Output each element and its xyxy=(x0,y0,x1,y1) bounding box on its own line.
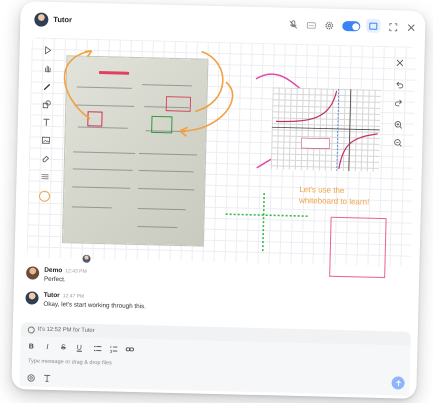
underline-button[interactable]: U xyxy=(74,343,84,353)
whiteboard-text-note[interactable]: Let's use the whiteboard to learn! xyxy=(299,184,380,208)
close-icon[interactable] xyxy=(404,20,418,34)
text-format-icon[interactable] xyxy=(41,373,51,383)
message-sender: Tutor 12:47 PM xyxy=(44,292,85,300)
page-title: Tutor xyxy=(53,14,73,25)
tutor-session-window: Tutor Let's use the whiteboard to learn!… xyxy=(11,1,426,399)
graph-plot xyxy=(271,88,380,172)
drawn-rectangle[interactable] xyxy=(329,216,387,279)
undo-icon[interactable] xyxy=(393,78,405,90)
clock-icon xyxy=(27,325,35,334)
local-time-text: It's 12:52 PM for Tutor xyxy=(37,326,95,335)
screenshot-stage: Tutor Let's use the whiteboard to learn!… xyxy=(0,0,433,403)
message-text: Okay, let's start working through this. xyxy=(43,300,147,311)
gear-icon[interactable] xyxy=(322,18,336,32)
caption-icon[interactable] xyxy=(304,18,318,32)
bold-button[interactable]: B xyxy=(26,341,36,351)
whiteboard-canvas[interactable]: Let's use the whiteboard to learn! xyxy=(26,37,416,279)
bullet-list-icon[interactable] xyxy=(92,343,102,353)
strikethrough-button[interactable]: S xyxy=(58,342,68,352)
send-button[interactable] xyxy=(391,376,405,390)
redo-icon[interactable] xyxy=(392,96,404,108)
screen-share-icon[interactable] xyxy=(366,18,381,33)
sender-name: Tutor xyxy=(43,291,60,300)
numbered-list-icon[interactable] xyxy=(108,343,118,353)
cursor-avatar xyxy=(82,254,91,263)
whiteboard-text-line: whiteboard to learn! xyxy=(298,195,370,207)
message-composer: B I S U xyxy=(19,336,411,396)
graph-image[interactable] xyxy=(270,87,381,172)
close-icon[interactable] xyxy=(393,56,405,68)
avatar xyxy=(25,291,39,305)
toggle-switch[interactable] xyxy=(342,20,361,32)
zoom-out-icon[interactable] xyxy=(391,136,403,148)
zoom-in-icon[interactable] xyxy=(392,118,404,130)
message-text: Perfect. xyxy=(43,275,66,284)
message-input[interactable] xyxy=(27,356,359,375)
message-sender: Demo 12:43 PM xyxy=(44,267,87,275)
message-time: 12:43 PM xyxy=(65,268,87,275)
avatar xyxy=(26,266,40,280)
avatar xyxy=(34,12,49,27)
attach-icon[interactable] xyxy=(25,372,35,382)
fullscreen-icon[interactable] xyxy=(386,20,400,34)
sender-name: Demo xyxy=(44,266,63,275)
mic-off-icon[interactable] xyxy=(286,18,300,32)
message-time: 12:47 PM xyxy=(62,293,85,300)
link-icon[interactable] xyxy=(124,344,134,354)
italic-button[interactable]: I xyxy=(42,342,52,352)
send-icon xyxy=(395,379,401,386)
